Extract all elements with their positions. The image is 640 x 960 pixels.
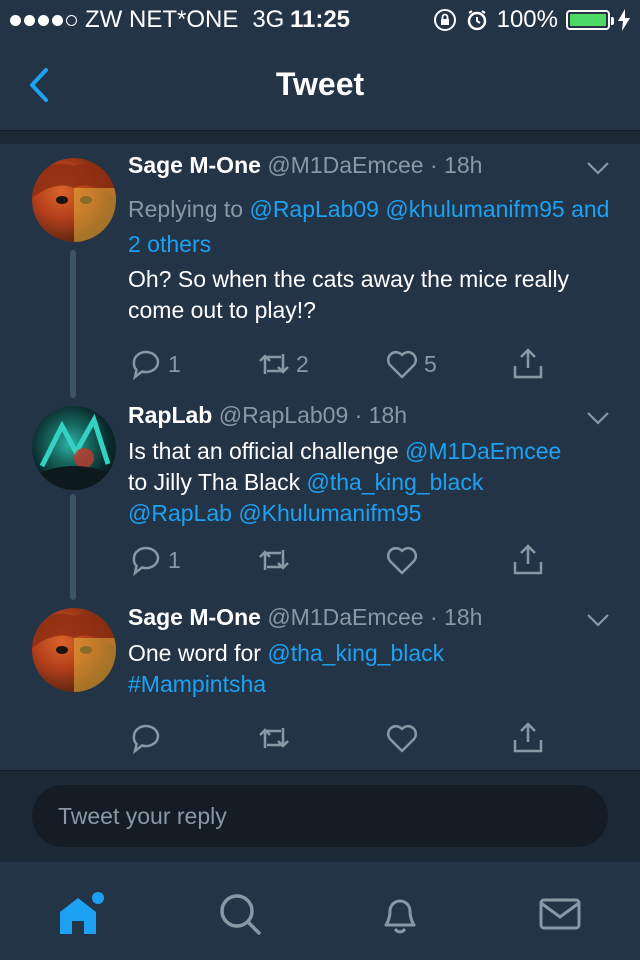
avatar[interactable]	[32, 608, 116, 692]
tweet-header: Sage M-One @M1DaEmcee · 18h	[128, 604, 482, 631]
chevron-down-icon	[587, 162, 609, 175]
author-name[interactable]: Sage M-One	[128, 152, 261, 178]
hashtag-link[interactable]: #Mampintsha	[128, 671, 266, 697]
tweet-item[interactable]: Sage M-One @M1DaEmcee · 18h Replying to …	[0, 144, 640, 398]
retweet-button[interactable]: 2	[256, 346, 309, 382]
tab-notifications[interactable]	[370, 884, 430, 944]
reply-count: 1	[168, 350, 181, 377]
mention-link[interactable]: @M1DaEmcee	[405, 438, 561, 464]
avatar[interactable]	[32, 158, 116, 242]
heart-icon	[386, 724, 418, 753]
tab-messages[interactable]	[530, 884, 590, 944]
mention-link[interactable]: @tha_king_black	[267, 640, 444, 666]
tweet-header: Sage M-One @M1DaEmcee · 18h	[128, 152, 482, 179]
tweet-text-part: Is that an official challenge	[128, 438, 406, 464]
reply-button[interactable]: 1	[128, 542, 181, 578]
reply-icon	[132, 350, 160, 381]
share-icon	[513, 722, 543, 753]
tweet-actions: 1 2 5	[128, 346, 608, 386]
retweet-count: 2	[296, 350, 309, 377]
share-icon	[513, 348, 543, 379]
tweet-header: RapLab @RapLab09 · 18h	[128, 402, 407, 429]
reply-input[interactable]	[32, 785, 608, 847]
conversation-thread: Sage M-One @M1DaEmcee · 18h Replying to …	[0, 144, 640, 770]
tab-bar	[0, 862, 640, 960]
chevron-down-icon	[587, 614, 609, 627]
reply-icon	[132, 546, 160, 577]
replying-to-label: Replying to	[128, 196, 244, 222]
tweet-actions: 1	[128, 542, 608, 582]
reply-button[interactable]	[128, 720, 164, 756]
tweet-menu-button[interactable]	[586, 612, 610, 633]
author-name[interactable]: RapLab	[128, 402, 212, 428]
mention-link[interactable]: @RapLab09	[249, 196, 379, 222]
tweet-actions	[128, 720, 608, 760]
orientation-lock-icon	[433, 9, 456, 31]
avatar[interactable]	[32, 406, 116, 490]
status-bar: ZW NET*ONE 3G 11:25 100%	[0, 0, 640, 40]
tweet-item[interactable]: Sage M-One @M1DaEmcee · 18h One word for…	[0, 600, 640, 770]
battery-level	[570, 14, 606, 26]
author-handle[interactable]: @RapLab09	[219, 402, 349, 428]
heart-icon	[386, 546, 418, 575]
retweet-button[interactable]	[256, 542, 292, 578]
reply-bar	[0, 770, 640, 863]
tweet-text-part: One word for	[128, 640, 268, 666]
share-button[interactable]	[510, 542, 546, 578]
tweet-text-part: to Jilly Tha Black	[128, 469, 307, 495]
retweet-icon	[259, 550, 289, 570]
page-title: Tweet	[275, 66, 365, 102]
avatar-image	[32, 613, 116, 692]
like-button[interactable]	[384, 542, 420, 578]
like-button[interactable]: 5	[384, 346, 437, 382]
tweet-menu-button[interactable]	[586, 160, 610, 181]
messages-icon	[539, 898, 581, 930]
heart-icon	[386, 350, 418, 379]
tweet-time: · 18h	[430, 604, 483, 630]
tweet-item[interactable]: RapLab @RapLab09 · 18h Is that an offici…	[0, 394, 640, 600]
tweet-menu-button[interactable]	[586, 410, 610, 431]
mention-link[interactable]: @tha_king_black	[307, 469, 484, 495]
tweet-time: · 18h	[354, 402, 408, 428]
author-name[interactable]: Sage M-One	[128, 604, 261, 630]
like-button[interactable]	[384, 720, 420, 756]
reply-count: 1	[168, 546, 181, 573]
tweet-text: Is that an official challenge @M1DaEmcee…	[128, 436, 618, 529]
retweet-button[interactable]	[256, 720, 292, 756]
avatar-image	[32, 413, 116, 490]
share-button[interactable]	[510, 346, 546, 382]
retweet-icon	[259, 354, 289, 374]
author-handle[interactable]: @M1DaEmcee	[267, 604, 423, 630]
reply-icon	[132, 724, 160, 755]
search-icon	[220, 894, 261, 935]
share-icon	[513, 544, 543, 575]
tweet-time: · 18h	[430, 152, 483, 178]
mention-link[interactable]: @khulumanifm95	[385, 196, 564, 222]
author-handle[interactable]: @M1DaEmcee	[267, 152, 423, 178]
tab-search[interactable]	[210, 884, 270, 944]
reply-button[interactable]: 1	[128, 346, 181, 382]
avatar-image	[32, 163, 116, 242]
tweet-text: Oh? So when the cats away the mice reall…	[128, 266, 570, 323]
share-button[interactable]	[510, 720, 546, 756]
status-right: 100%	[433, 6, 630, 34]
nav-bar: Tweet	[0, 40, 640, 131]
home-icon	[60, 892, 104, 934]
tweet-text: One word for @tha_king_black #Mampintsha	[128, 638, 618, 700]
battery-percent: 100%	[496, 6, 558, 33]
thread-line	[70, 250, 76, 398]
tab-home[interactable]	[50, 884, 110, 944]
replying-to: Replying to @RapLab09 @khulumanifm95 and…	[128, 192, 618, 262]
mention-link[interactable]: @Khulumanifm95	[238, 500, 421, 526]
like-count: 5	[424, 350, 437, 377]
retweet-icon	[259, 728, 289, 748]
chevron-down-icon	[587, 412, 609, 425]
notifications-icon	[384, 899, 416, 934]
alarm-icon	[467, 10, 486, 31]
mention-link[interactable]: @RapLab	[128, 500, 232, 526]
thread-line	[70, 494, 76, 600]
battery-icon	[566, 10, 614, 30]
charging-icon	[618, 9, 630, 31]
